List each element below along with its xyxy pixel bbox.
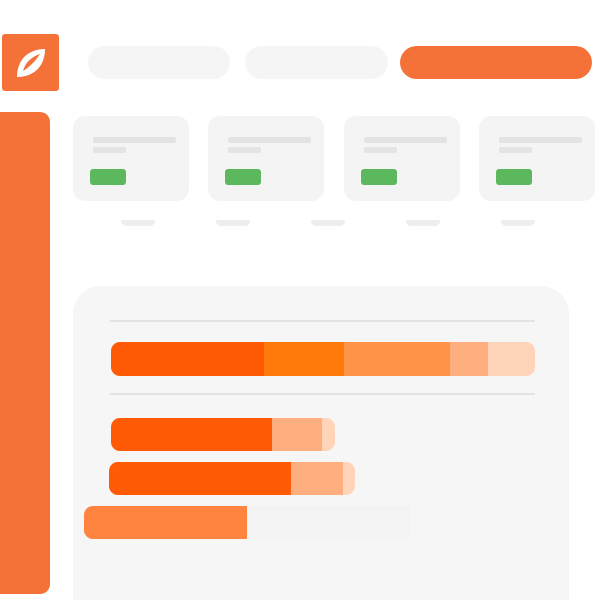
leaf-icon [17, 49, 45, 77]
card-title-placeholder [499, 137, 582, 143]
bar-segment-1 [109, 462, 292, 495]
bar-segment-3 [321, 418, 335, 451]
breakdown-bar-1[interactable] [111, 418, 335, 451]
nav-pill-1[interactable] [88, 46, 230, 79]
card-subtitle-placeholder [499, 147, 532, 153]
breakdown-bar-2[interactable] [109, 462, 355, 495]
summary-card-1[interactable] [73, 116, 189, 201]
bar-segment-1 [111, 342, 264, 376]
status-badge [225, 169, 261, 185]
nav-pill-2[interactable] [245, 46, 388, 79]
card-subtitle-placeholder [93, 147, 126, 153]
card-title-placeholder [93, 137, 176, 143]
bar-segment-1 [84, 506, 247, 539]
breakdown-bar-3[interactable] [84, 506, 410, 539]
app-logo[interactable] [2, 34, 59, 91]
tab-stub-2[interactable] [216, 220, 250, 226]
status-badge [496, 169, 532, 185]
tab-stub-4[interactable] [406, 220, 440, 226]
card-title-placeholder [364, 137, 447, 143]
tab-stub-3[interactable] [311, 220, 345, 226]
card-subtitle-placeholder [364, 147, 397, 153]
bar-segment-2 [247, 506, 410, 539]
bar-segment-2 [291, 462, 343, 495]
panel-divider-middle [110, 393, 535, 395]
stacked-share-bar[interactable] [111, 342, 535, 376]
summary-card-2[interactable] [208, 116, 324, 201]
bar-segment-3 [342, 462, 355, 495]
panel-divider-top [110, 320, 535, 322]
card-title-placeholder [228, 137, 311, 143]
tab-stub-1[interactable] [121, 220, 155, 226]
tab-stub-5[interactable] [501, 220, 535, 226]
bar-segment-2 [263, 342, 345, 376]
bar-segment-4 [450, 342, 489, 376]
bar-segment-2 [272, 418, 322, 451]
summary-card-4[interactable] [479, 116, 595, 201]
bar-segment-3 [344, 342, 451, 376]
app-root [0, 0, 600, 600]
status-badge [361, 169, 397, 185]
bar-segment-1 [111, 418, 273, 451]
primary-action-button[interactable] [400, 46, 592, 79]
status-badge [90, 169, 126, 185]
bar-segment-5 [488, 342, 535, 376]
summary-card-3[interactable] [344, 116, 460, 201]
card-subtitle-placeholder [228, 147, 261, 153]
sidebar[interactable] [0, 112, 50, 594]
